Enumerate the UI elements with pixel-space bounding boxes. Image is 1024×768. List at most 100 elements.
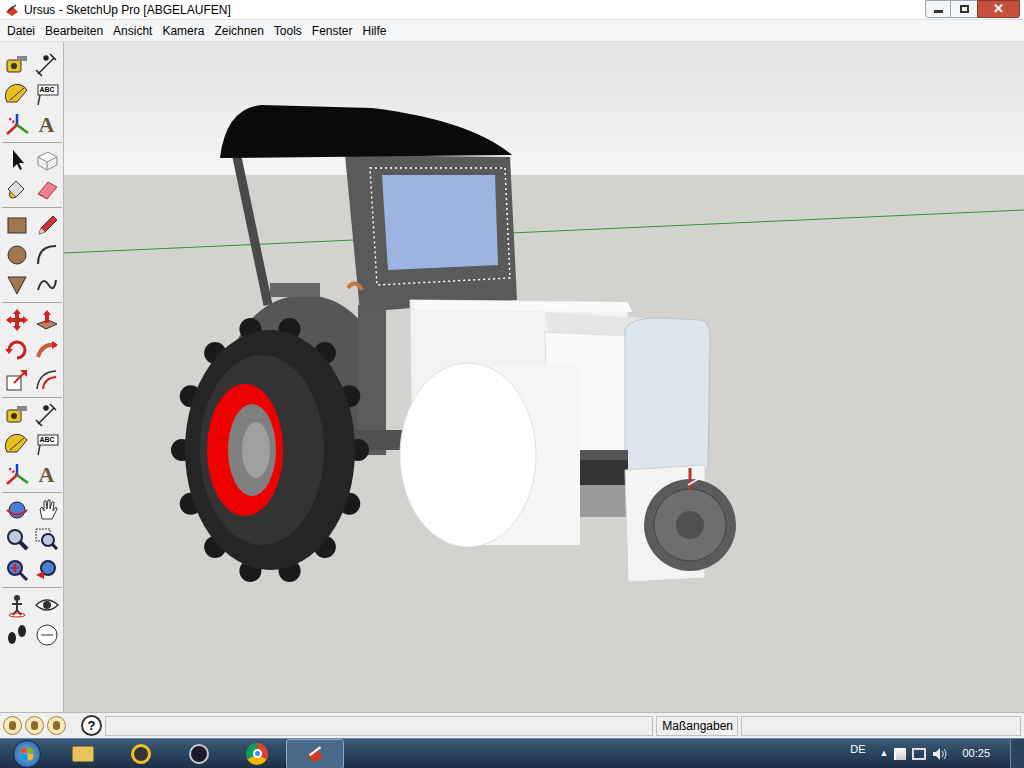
pushpull-icon	[34, 307, 60, 333]
menu-item[interactable]: Zeichnen	[209, 22, 268, 40]
text-tool-button[interactable]: ABC	[33, 431, 61, 459]
clock[interactable]: 00:25	[962, 745, 990, 762]
pushpull-tool-button[interactable]	[33, 306, 61, 334]
scale-icon	[4, 367, 30, 393]
position-tool-button[interactable]	[3, 591, 31, 619]
menu-item[interactable]: Datei	[2, 22, 40, 40]
offset-tool-button[interactable]	[33, 366, 61, 394]
menu-item[interactable]: Fenster	[307, 22, 358, 40]
tape-tool-button[interactable]	[3, 51, 31, 79]
protractor-tool-button[interactable]	[3, 81, 31, 109]
menu-item[interactable]: Ansicht	[108, 22, 157, 40]
network-icon[interactable]	[912, 748, 926, 760]
tool-group	[2, 302, 62, 397]
axes-tool-button[interactable]	[3, 111, 31, 139]
credits-icon	[31, 721, 38, 730]
section-tool-button[interactable]	[33, 621, 61, 649]
lookaround-tool-button[interactable]	[33, 591, 61, 619]
measurements-field[interactable]	[741, 716, 1021, 736]
app-taskbar-button[interactable]	[112, 739, 170, 768]
tape-tool-button[interactable]	[3, 401, 31, 429]
status-text-field	[105, 716, 653, 736]
close-button[interactable]: ✕	[977, 0, 1020, 18]
minimize-icon	[934, 10, 943, 13]
tool-group: ABCA	[2, 397, 62, 492]
select-tool-button[interactable]	[3, 146, 31, 174]
section-icon	[34, 622, 60, 648]
close-icon: ✕	[993, 2, 1004, 15]
tractor-model[interactable]	[64, 42, 1024, 712]
menu-item[interactable]: Kamera	[157, 22, 209, 40]
show-hidden-icons-icon[interactable]: ▲	[880, 747, 889, 761]
windows-logo-icon	[13, 740, 41, 768]
dimension-tool-button[interactable]	[33, 51, 61, 79]
arc-tool-button[interactable]	[33, 241, 61, 269]
freehand-tool-button[interactable]	[33, 271, 61, 299]
measurements-label: Maßangaben	[656, 716, 738, 736]
rectangle-tool-button[interactable]	[3, 211, 31, 239]
circle-icon	[4, 242, 30, 268]
chrome-taskbar-button[interactable]	[228, 739, 286, 768]
dimension-tool-button[interactable]	[33, 401, 61, 429]
rotate-tool-button[interactable]	[3, 336, 31, 364]
text-tool-button[interactable]: ABC	[33, 81, 61, 109]
pan-tool-button[interactable]	[33, 496, 61, 524]
orbit-tool-button[interactable]	[3, 496, 31, 524]
text3d-tool-button[interactable]: A	[33, 461, 61, 489]
select-icon	[4, 147, 30, 173]
explorer-taskbar-button[interactable]	[54, 739, 112, 768]
zoomextents-tool-button[interactable]	[3, 556, 31, 584]
component-icon	[34, 147, 60, 173]
zoomwindow-tool-button[interactable]	[33, 526, 61, 554]
move-tool-button[interactable]	[3, 306, 31, 334]
walk-icon	[4, 622, 30, 648]
radiator	[625, 318, 710, 470]
previous-tool-button[interactable]	[33, 556, 61, 584]
component-tool-button[interactable]	[33, 146, 61, 174]
cab-window	[382, 175, 498, 270]
help-button[interactable]: ?	[81, 715, 102, 736]
tool-palette: ABCAABCA	[0, 42, 64, 712]
protractor-icon	[4, 82, 30, 108]
rear-rim	[207, 384, 283, 516]
headlight	[644, 479, 736, 571]
ground	[64, 175, 1024, 712]
tape-icon	[4, 402, 30, 428]
menu-item[interactable]: Hilfe	[358, 22, 392, 40]
flag-icon[interactable]	[894, 748, 906, 760]
volume-icon[interactable]	[932, 747, 948, 761]
eraser-tool-button[interactable]	[33, 176, 61, 204]
minimize-button[interactable]	[925, 0, 951, 18]
circle-tool-button[interactable]	[3, 241, 31, 269]
axes-tool-button[interactable]	[3, 461, 31, 489]
sketchup-taskbar-button[interactable]	[286, 739, 344, 768]
menu-item[interactable]: Bearbeiten	[40, 22, 108, 40]
language-indicator[interactable]: DE	[850, 741, 865, 758]
geo-location-icon	[9, 721, 16, 730]
axes-icon	[4, 112, 30, 138]
user-button[interactable]	[47, 716, 66, 735]
sketchup-window: Ursus - SketchUp Pro [ABGELAUFEN]✕DateiB…	[0, 0, 1024, 768]
text-icon	[34, 82, 60, 108]
menu-item[interactable]: Tools	[269, 22, 307, 40]
offset-icon	[34, 367, 60, 393]
protractor-tool-button[interactable]	[3, 431, 31, 459]
credits-button[interactable]	[25, 716, 44, 735]
viewport[interactable]	[64, 42, 1024, 712]
geo-location-button[interactable]	[3, 716, 22, 735]
previous-icon	[34, 557, 60, 583]
followme-tool-button[interactable]	[33, 336, 61, 364]
zoom-tool-button[interactable]	[3, 526, 31, 554]
steam-taskbar-button[interactable]	[170, 739, 228, 768]
tool-group	[2, 587, 62, 652]
walk-tool-button[interactable]	[3, 621, 31, 649]
start-button[interactable]	[0, 739, 54, 768]
scale-tool-button[interactable]	[3, 366, 31, 394]
position-icon	[4, 592, 30, 618]
show-desktop-button[interactable]	[1010, 739, 1024, 768]
paint-tool-button[interactable]	[3, 176, 31, 204]
text3d-tool-button[interactable]: A	[33, 111, 61, 139]
pencil-tool-button[interactable]	[33, 211, 61, 239]
polygon-tool-button[interactable]	[3, 271, 31, 299]
maximize-button[interactable]	[951, 0, 977, 18]
